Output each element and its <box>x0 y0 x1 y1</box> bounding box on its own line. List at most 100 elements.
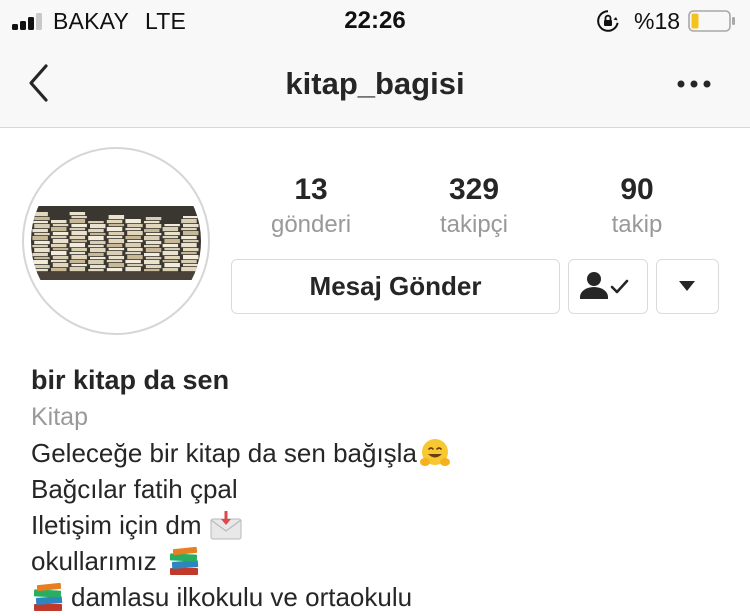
book-spine <box>127 248 143 252</box>
book-spine <box>108 215 125 220</box>
book-spine <box>164 248 180 251</box>
book-spine <box>51 244 67 248</box>
book-spine <box>145 265 162 269</box>
book-spine <box>164 232 180 236</box>
profile-avatar[interactable] <box>31 156 201 326</box>
book-spine <box>69 236 86 240</box>
followers-label: takipçi <box>439 211 509 238</box>
book-spine <box>108 263 125 268</box>
book-spine <box>71 248 87 252</box>
book-spine <box>69 228 86 231</box>
book-spine <box>90 248 106 253</box>
book-spine <box>127 240 143 243</box>
book-spine <box>145 217 162 221</box>
book-spine <box>108 239 125 244</box>
book-spine <box>162 260 179 263</box>
book-spine <box>183 240 199 243</box>
book-spine <box>106 220 123 224</box>
book-spine <box>183 264 199 267</box>
book-spine <box>88 245 104 248</box>
book-spine <box>181 219 197 224</box>
book-spine <box>108 224 125 227</box>
book-spine <box>106 260 123 263</box>
book-spine <box>183 255 199 260</box>
suggestions-dropdown-button[interactable] <box>656 259 719 314</box>
book-spine <box>144 260 160 265</box>
book-spine <box>127 264 143 267</box>
hugging-face-emoji-icon <box>419 439 450 466</box>
book-spine <box>108 248 125 251</box>
book-spine <box>69 260 86 264</box>
book-spine <box>32 229 48 233</box>
book-spine <box>34 224 50 229</box>
bio-line: damlasu ilkokulu ve ortaokulu <box>31 579 731 615</box>
book-spine <box>32 221 48 224</box>
book-spine <box>71 255 87 260</box>
book-spine <box>34 233 50 236</box>
profile-username-title: kitap_bagisi <box>285 66 465 101</box>
book-spine <box>181 236 197 240</box>
book-spine <box>183 231 199 236</box>
book-spine <box>164 263 180 268</box>
book-spine <box>69 243 86 248</box>
following-button[interactable] <box>568 259 648 314</box>
bio-line: Geleceğe bir kitap da sen bağışla <box>31 435 731 471</box>
following-label: takip <box>611 211 663 238</box>
book-spine <box>34 241 50 245</box>
book-spine <box>90 241 106 245</box>
stat-followers[interactable]: 329 takipçi <box>399 172 549 242</box>
book-spine <box>52 224 69 227</box>
more-options-ellipsis-icon[interactable] <box>676 78 712 90</box>
bio-category: Kitap <box>31 403 88 431</box>
book-spine <box>144 236 160 241</box>
book-spine <box>32 253 48 257</box>
book-spine <box>32 260 48 265</box>
book-spine <box>145 248 162 253</box>
book-spine <box>125 243 141 248</box>
triangle-down-icon <box>679 281 695 291</box>
bio-line: Iletişim için dm <box>31 507 731 543</box>
book-spine <box>145 233 162 236</box>
book-spine <box>162 227 179 232</box>
book-spine <box>88 269 104 272</box>
book-spine <box>106 251 123 256</box>
book-spine <box>125 219 141 224</box>
book-spine <box>145 241 162 245</box>
book-spine <box>144 245 160 248</box>
book-spine <box>144 221 160 224</box>
message-button[interactable]: Mesaj Gönder <box>231 259 560 314</box>
following-count: 90 <box>620 173 654 206</box>
posts-count: 13 <box>294 173 328 206</box>
book-spine <box>144 269 160 272</box>
bio-name: bir kitap da sen <box>31 365 230 395</box>
book-spine <box>51 220 67 224</box>
book-spine <box>69 252 86 255</box>
book-spine <box>125 228 141 231</box>
book-spine <box>125 236 141 240</box>
book-spine <box>181 252 197 255</box>
stat-posts[interactable]: 13 gönderi <box>236 172 386 242</box>
book-spine <box>162 236 179 239</box>
book-spine <box>88 221 104 224</box>
book-spine <box>71 224 87 228</box>
book-spine <box>69 267 86 272</box>
book-spine <box>125 252 141 255</box>
book-spine <box>88 236 104 241</box>
book-spine <box>88 229 104 233</box>
book-spine <box>34 217 50 221</box>
book-spine <box>125 260 141 264</box>
stat-following[interactable]: 90 takip <box>562 172 712 242</box>
book-spine <box>162 251 179 256</box>
person-check-icon <box>580 272 629 299</box>
book-spine <box>71 240 87 243</box>
book-spine <box>183 224 199 228</box>
battery-percent: %18 <box>634 8 681 34</box>
stacked-books-photo-icon <box>31 156 201 326</box>
book-spine <box>106 244 123 248</box>
book-spine <box>69 219 86 224</box>
book-spine <box>106 268 123 272</box>
book-spine <box>32 245 48 248</box>
books-emoji-icon <box>169 546 198 575</box>
book-spine <box>164 224 180 227</box>
book-spine <box>127 231 143 236</box>
